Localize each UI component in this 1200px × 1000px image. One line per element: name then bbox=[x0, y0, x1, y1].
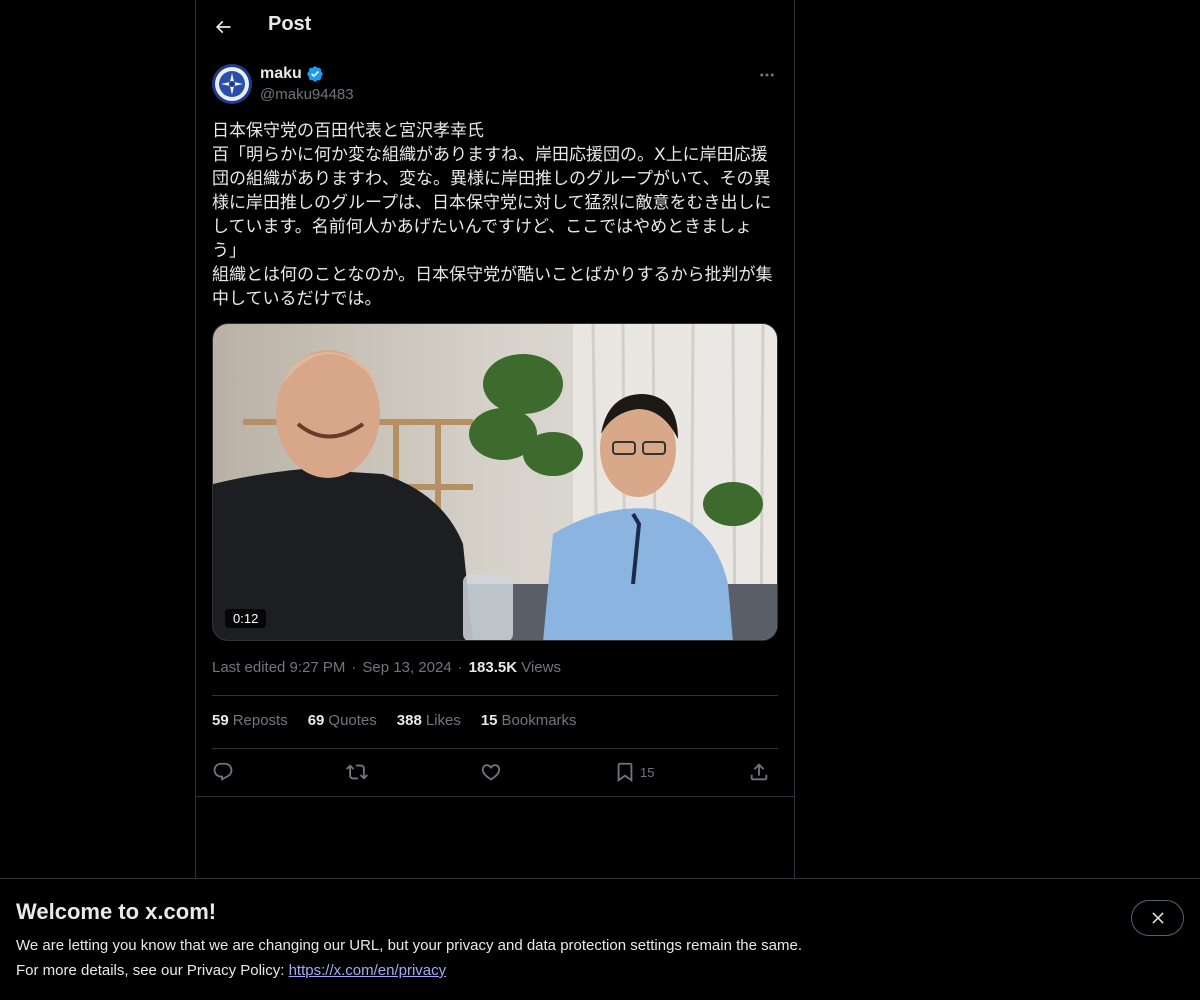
quotes-label: Quotes bbox=[328, 712, 377, 729]
close-icon bbox=[1151, 912, 1164, 924]
engagement-stats: 59 Reposts 69 Quotes 388 Likes 15 Bookmarks bbox=[212, 712, 577, 729]
user-handle[interactable]: @maku94483 bbox=[260, 86, 354, 103]
name-row: maku bbox=[260, 65, 324, 83]
bookmark-button[interactable]: 15 bbox=[614, 756, 654, 788]
video-thumbnail bbox=[213, 324, 777, 640]
divider bbox=[212, 695, 778, 696]
quotes-stat[interactable]: 69 Quotes bbox=[308, 712, 377, 729]
likes-count: 388 bbox=[396, 712, 422, 729]
bookmarks-stat[interactable]: 15 Bookmarks bbox=[481, 712, 577, 729]
views-label: Views bbox=[521, 659, 561, 676]
views-count: 183.5K bbox=[468, 659, 518, 676]
bookmarks-label: Bookmarks bbox=[501, 712, 577, 729]
video-player[interactable]: 0:12 bbox=[212, 323, 778, 641]
share-button[interactable] bbox=[748, 756, 770, 788]
share-icon bbox=[750, 763, 768, 781]
repost-icon bbox=[346, 764, 368, 780]
avatar[interactable] bbox=[212, 64, 252, 104]
heart-icon bbox=[481, 764, 501, 781]
likes-label: Likes bbox=[425, 712, 461, 729]
back-button[interactable] bbox=[207, 11, 239, 43]
views[interactable]: 183.5K Views bbox=[469, 659, 561, 676]
more-dots-icon bbox=[760, 73, 774, 77]
reposts-stat[interactable]: 59 Reposts bbox=[212, 712, 288, 729]
reposts-count: 59 bbox=[212, 712, 229, 729]
avatar-image bbox=[212, 64, 252, 104]
post-header: Post bbox=[196, 0, 794, 53]
meta-separator: · bbox=[457, 659, 463, 676]
post-date[interactable]: Sep 13, 2024 bbox=[362, 659, 451, 676]
edited-timestamp[interactable]: Last edited 9:27 PM bbox=[212, 659, 345, 676]
bookmarks-count: 15 bbox=[480, 712, 498, 729]
back-arrow-icon bbox=[215, 20, 231, 34]
bookmark-icon bbox=[617, 762, 633, 783]
verified-badge-icon bbox=[307, 66, 323, 82]
banner-privacy-text: For more details, see our Privacy Policy… bbox=[16, 962, 289, 979]
primary-column: Post maku @maku94483 日本保守党の百田代表と宮沢孝幸氏 百「… bbox=[195, 0, 795, 1000]
likes-stat[interactable]: 388 Likes bbox=[397, 712, 461, 729]
action-bar: 15 bbox=[212, 756, 778, 788]
banner-title: Welcome to x.com! bbox=[16, 899, 217, 924]
more-options-button[interactable] bbox=[756, 64, 778, 86]
reply-icon bbox=[213, 762, 233, 781]
repost-button[interactable] bbox=[346, 756, 368, 788]
quotes-count: 69 bbox=[307, 712, 325, 729]
reposts-label: Reposts bbox=[232, 712, 288, 729]
privacy-policy-link[interactable]: https://x.com/en/privacy bbox=[289, 962, 447, 979]
divider bbox=[196, 796, 794, 797]
author-row: maku @maku94483 bbox=[212, 64, 778, 106]
tweet-meta: Last edited 9:27 PM · Sep 13, 2024 · 183… bbox=[212, 659, 561, 676]
close-banner-button[interactable] bbox=[1131, 900, 1184, 936]
banner-privacy-line: For more details, see our Privacy Policy… bbox=[16, 962, 446, 979]
like-button[interactable] bbox=[480, 756, 502, 788]
divider bbox=[212, 748, 778, 749]
reply-button[interactable] bbox=[212, 756, 234, 788]
meta-separator: · bbox=[351, 659, 357, 676]
video-duration: 0:12 bbox=[225, 609, 267, 628]
banner-message: We are letting you know that we are chan… bbox=[16, 937, 802, 954]
page-title: Post bbox=[268, 13, 312, 35]
display-name[interactable]: maku bbox=[260, 65, 302, 83]
bookmark-count: 15 bbox=[640, 764, 655, 780]
welcome-banner: Welcome to x.com! We are letting you kno… bbox=[0, 878, 1200, 1000]
tweet-text: 日本保守党の百田代表と宮沢孝幸氏 百「明らかに何か変な組織がありますね、岸田応援… bbox=[212, 121, 773, 309]
